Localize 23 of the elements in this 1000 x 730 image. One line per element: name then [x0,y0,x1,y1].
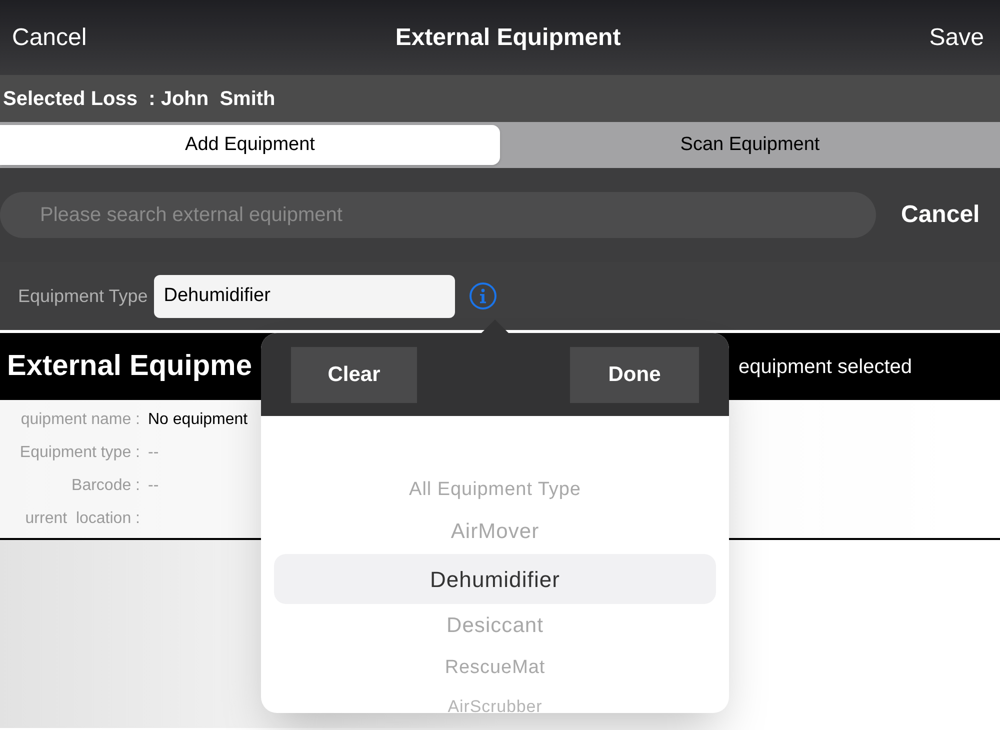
detail-label: Equipment type : [18,442,140,462]
window-title: External Equipment [395,22,621,52]
selection-status: equipment selected [738,354,912,380]
section-title: External Equipme [7,348,252,384]
equipment-type-label: Equipment Type [18,284,148,308]
save-button[interactable]: Save [929,20,988,56]
detail-value: -- [148,442,159,462]
info-icon[interactable] [468,282,497,310]
tab[interactable]: Scan Equipment [500,125,1000,165]
selected-loss-label: Selected Loss : John Smith [2,86,276,112]
clear-button[interactable]: Clear [291,346,417,402]
detail-label: urrent location : [24,508,140,528]
search-field[interactable]: Please search external equipment [0,192,876,238]
picker-option[interactable]: Dehumidifier [274,554,716,604]
tab[interactable]: Add Equipment [0,125,500,165]
detail-label: quipment name : [20,410,140,430]
done-button[interactable]: Done [570,346,699,402]
detail-value: -- [148,476,159,496]
detail-label: Barcode : [70,476,140,496]
cancel-button[interactable]: Cancel [12,20,87,56]
equipment-type-field[interactable]: Dehumidifier [154,274,455,318]
detail-value: No equipment [148,410,248,430]
cancel-search-button[interactable]: Cancel [901,197,980,233]
